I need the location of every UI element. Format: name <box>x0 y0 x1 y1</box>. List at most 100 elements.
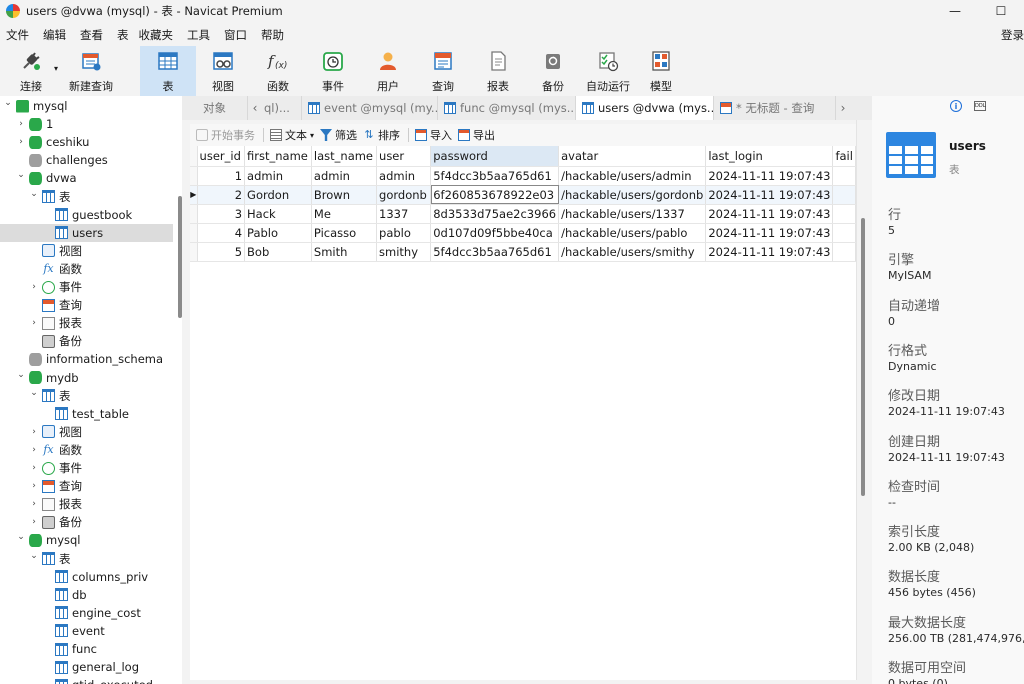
tree-item-[interactable]: ⌄ 表 <box>0 188 173 206</box>
toolbar-view-button[interactable]: 视图 <box>196 46 250 96</box>
expand-chevron-icon[interactable]: ⌄ <box>3 98 13 108</box>
column-header-password[interactable]: password <box>430 146 560 167</box>
tree-item-mysql[interactable]: ⌄ mysql <box>0 97 173 115</box>
tree-item-[interactable]: › 视图 <box>0 423 173 441</box>
cell-user[interactable]: smithy <box>376 242 432 262</box>
tree-item-users[interactable]: users <box>0 223 173 242</box>
cell-user-id[interactable]: 3 <box>197 204 246 224</box>
cell-user[interactable]: admin <box>376 166 432 186</box>
cell-password[interactable]: 5f4dcc3b5aa765d61 <box>430 166 560 186</box>
cell-user-id[interactable]: 5 <box>197 242 246 262</box>
collapse-chevron-icon[interactable]: › <box>29 445 39 455</box>
tab-event-mysql[interactable]: event @mysql (my... <box>302 96 438 120</box>
toolbar-query-button[interactable]: 查询 <box>416 46 470 96</box>
expand-chevron-icon[interactable]: ⌄ <box>29 388 39 398</box>
collapse-chevron-icon[interactable]: › <box>29 282 39 292</box>
cell-last-login[interactable]: 2024-11-11 19:07:43 <box>705 185 834 205</box>
maximize-button[interactable]: ☐ <box>978 0 1024 22</box>
table-row[interactable]: 4 Pablo Picasso pablo 0d107d09f5bbe40ca/hack… <box>190 223 856 243</box>
tree-item-columns_priv[interactable]: columns_priv <box>0 568 173 586</box>
connect-dropdown-icon[interactable]: ▾ <box>54 64 58 73</box>
expand-chevron-icon[interactable]: ⌄ <box>16 532 26 542</box>
cell-password[interactable]: 0d107d09f5bbe40ca <box>430 223 560 243</box>
collapse-chevron-icon[interactable]: › <box>29 318 39 328</box>
tab-users-dvwa[interactable]: users @dvwa (mys... × <box>576 96 714 120</box>
cell-last-login[interactable]: 2024-11-11 19:07:43 <box>705 223 834 243</box>
cell-last-login[interactable]: 2024-11-11 19:07:43 <box>705 204 834 224</box>
tree-item-[interactable]: › fx 函数 <box>0 441 173 459</box>
tab-objects[interactable]: 对象 <box>182 96 248 120</box>
cell-last-name[interactable]: Brown <box>311 185 378 205</box>
tree-item-[interactable]: › 事件 <box>0 459 173 477</box>
collapse-chevron-icon[interactable]: › <box>29 427 39 437</box>
cell-first-name[interactable]: Pablo <box>244 223 312 243</box>
ddl-icon[interactable]: DDL <box>974 101 986 111</box>
column-header-avatar[interactable]: avatar <box>558 146 707 167</box>
menu-help[interactable]: 帮助 <box>255 27 292 43</box>
menu-edit[interactable]: 编辑 <box>37 27 74 43</box>
menu-tools[interactable]: 工具 <box>181 27 218 43</box>
cell-avatar[interactable]: /hackable/users/smithy <box>558 242 707 262</box>
cell-avatar[interactable]: /hackable/users/admin <box>558 166 707 186</box>
toolbar-table-button[interactable]: 表 <box>140 46 197 96</box>
collapse-chevron-icon[interactable]: › <box>29 517 39 527</box>
tree-item-[interactable]: ⌄ 表 <box>0 550 173 568</box>
column-header-user[interactable]: user <box>376 146 432 167</box>
begin-transaction-button[interactable]: 开始事务 <box>196 127 255 143</box>
tree-item-[interactable]: 备份 <box>0 332 173 350</box>
current-row-indicator-icon[interactable]: ▶ <box>190 185 198 205</box>
tree-item-[interactable]: › 事件 <box>0 278 173 296</box>
cell-fail[interactable] <box>832 166 856 186</box>
tree-item-challenges[interactable]: challenges <box>0 151 173 169</box>
tree-item-[interactable]: ⌄ 表 <box>0 387 173 405</box>
toolbar-model-button[interactable]: 模型 <box>636 46 686 96</box>
cell-fail[interactable] <box>832 242 856 262</box>
collapse-chevron-icon[interactable]: › <box>29 481 39 491</box>
sidebar-scrollbar[interactable] <box>178 196 182 318</box>
text-view-button[interactable]: 文本 ▾ <box>270 127 314 143</box>
cell-user-id[interactable]: 4 <box>197 223 246 243</box>
connect-button[interactable]: 连接 <box>8 46 54 96</box>
table-row[interactable]: 5 Bob Smith smithy 5f4dcc3b5aa765d61/hackabl… <box>190 242 856 262</box>
cell-last-name[interactable]: admin <box>311 166 378 186</box>
minimize-button[interactable]: — <box>932 0 978 22</box>
row-indicator[interactable] <box>190 166 198 186</box>
toolbar-automation-button[interactable]: 自动运行 <box>580 46 636 96</box>
toolbar-user-button[interactable]: 用户 <box>360 46 416 96</box>
tree-item-mydb[interactable]: ⌄ mydb <box>0 369 173 387</box>
info-icon[interactable]: i <box>950 100 962 112</box>
row-indicator[interactable] <box>190 204 198 224</box>
tab-previous-query[interactable]: ql)... <box>262 96 302 120</box>
filter-button[interactable]: 筛选 <box>320 127 357 143</box>
expand-chevron-icon[interactable]: ⌄ <box>29 551 39 561</box>
cell-first-name[interactable]: admin <box>244 166 312 186</box>
login-link[interactable]: 登录 <box>1001 27 1024 43</box>
cell-fail[interactable] <box>832 223 856 243</box>
table-row[interactable]: 3 Hack Me 1337 8d3533d75ae2c3966/hackable/us… <box>190 204 856 224</box>
table-row[interactable]: 1 admin admin admin 5f4dcc3b5aa765d61/hackab… <box>190 166 856 186</box>
column-header-user-id[interactable]: user_id <box>197 146 246 167</box>
cell-user[interactable]: gordonb <box>376 185 432 205</box>
collapse-chevron-icon[interactable]: › <box>16 137 26 147</box>
tree-item-[interactable]: › 查询 <box>0 477 173 495</box>
export-button[interactable]: 导出 <box>458 127 495 143</box>
toolbar-backup-button[interactable]: 备份 <box>526 46 580 96</box>
cell-user-id[interactable]: 2 <box>197 185 246 205</box>
menu-view[interactable]: 查看 <box>74 27 111 43</box>
cell-last-login[interactable]: 2024-11-11 19:07:43 <box>705 242 834 262</box>
cell-fail[interactable] <box>832 204 856 224</box>
import-button[interactable]: 导入 <box>415 127 452 143</box>
toolbar-event-button[interactable]: 事件 <box>306 46 360 96</box>
cell-password[interactable]: 6f260853678922e03 <box>430 185 560 205</box>
collapse-chevron-icon[interactable]: › <box>29 499 39 509</box>
tree-item-1[interactable]: › 1 <box>0 115 173 133</box>
expand-chevron-icon[interactable]: ⌄ <box>29 189 39 199</box>
cell-first-name[interactable]: Gordon <box>244 185 312 205</box>
collapse-chevron-icon[interactable]: › <box>29 463 39 473</box>
cell-user[interactable]: pablo <box>376 223 432 243</box>
cell-avatar[interactable]: /hackable/users/gordonb <box>558 185 707 205</box>
collapse-chevron-icon[interactable]: › <box>16 119 26 129</box>
toolbar-function-button[interactable]: f (x) 函数 <box>250 46 306 96</box>
tree-item-[interactable]: › 备份 <box>0 513 173 531</box>
tree-item-db[interactable]: db <box>0 586 173 604</box>
